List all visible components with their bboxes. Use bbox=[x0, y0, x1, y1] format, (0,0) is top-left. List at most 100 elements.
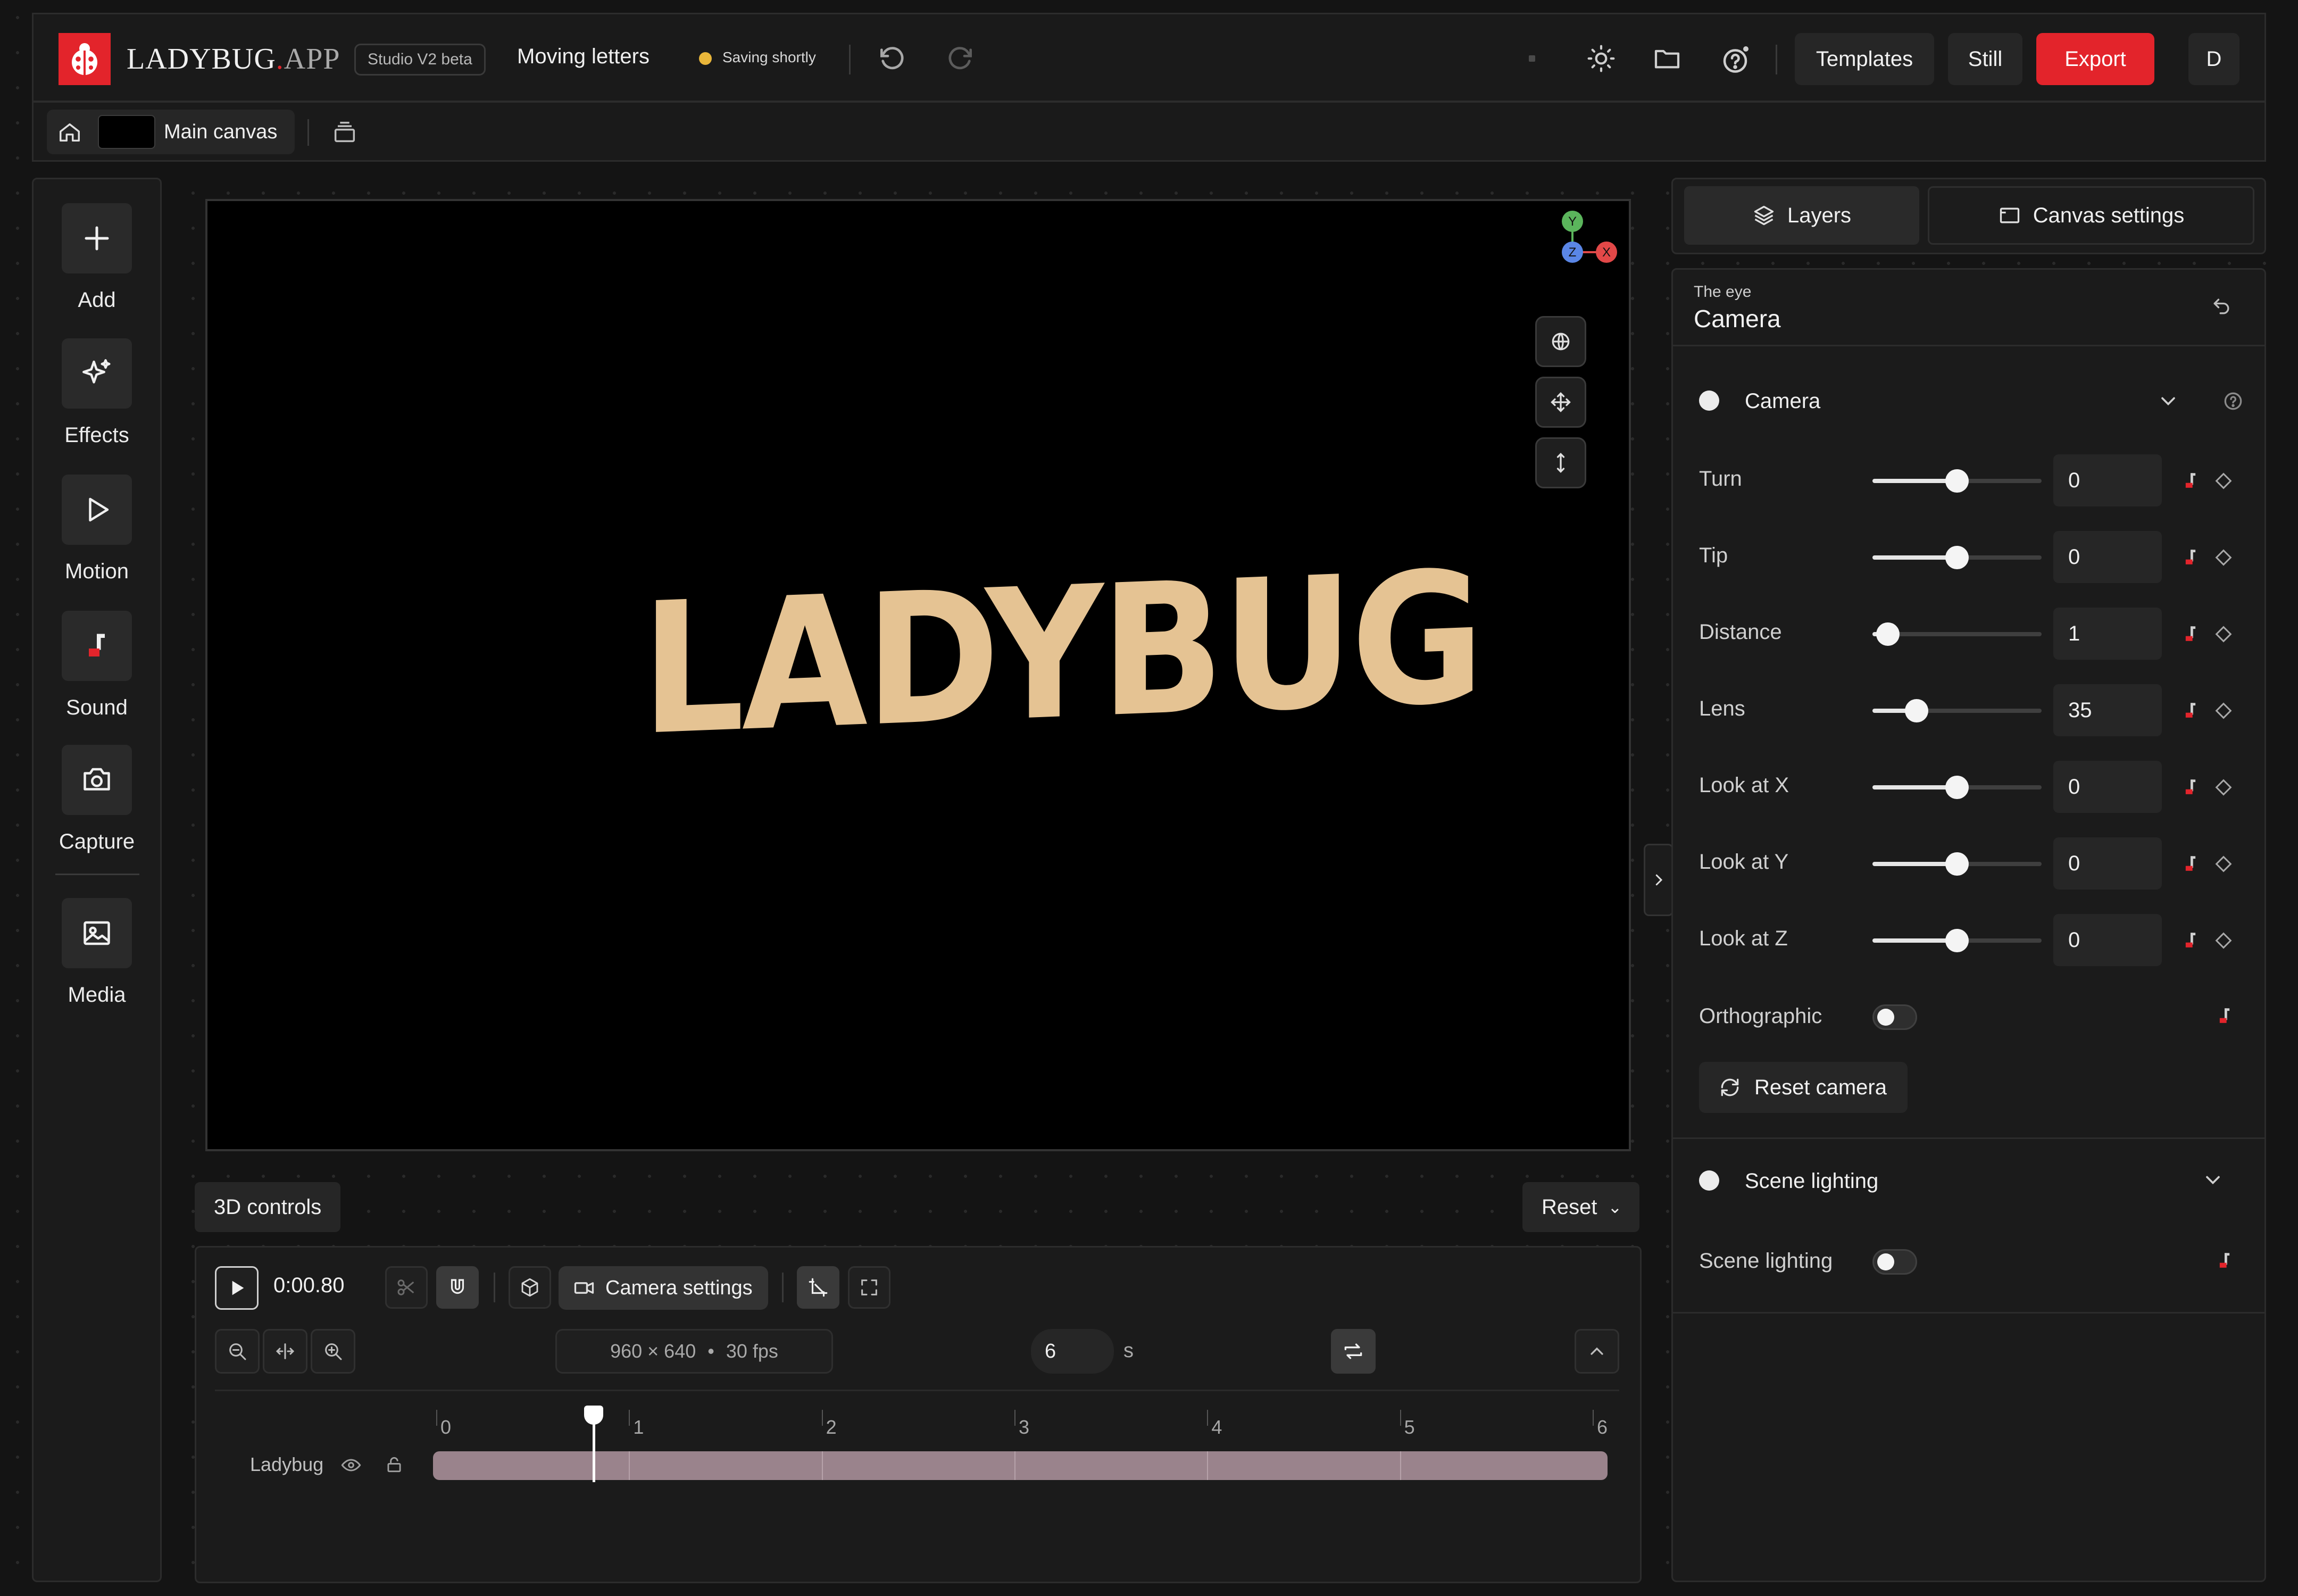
keyframe-icon[interactable] bbox=[2213, 624, 2234, 645]
slider-knob[interactable] bbox=[1945, 776, 1969, 799]
3d-object-button[interactable] bbox=[509, 1266, 551, 1309]
prop-label: Turn bbox=[1699, 467, 1742, 491]
keyframe-icon[interactable] bbox=[2213, 777, 2234, 798]
tool-effects[interactable]: Effects bbox=[32, 338, 162, 447]
collapse-panel-button[interactable] bbox=[1644, 844, 1673, 916]
slider-knob[interactable] bbox=[1945, 469, 1969, 493]
zoom-in-button[interactable] bbox=[311, 1329, 355, 1374]
dolly-button[interactable] bbox=[1535, 437, 1586, 488]
track-clip[interactable] bbox=[433, 1451, 1608, 1480]
loop-button[interactable] bbox=[1331, 1329, 1376, 1374]
chevron-down-icon[interactable] bbox=[2157, 389, 2180, 413]
keyframe-icon[interactable] bbox=[2213, 930, 2234, 951]
prop-value-input[interactable]: 0 bbox=[2053, 761, 2162, 813]
snap-button[interactable] bbox=[436, 1266, 479, 1309]
chevron-up-icon bbox=[1591, 1347, 1603, 1355]
orthographic-toggle[interactable] bbox=[1872, 1004, 1917, 1030]
tab-canvas-settings[interactable]: Canvas settings bbox=[1928, 186, 2254, 245]
eye-icon[interactable] bbox=[340, 1454, 362, 1476]
prop-value-input[interactable]: 1 bbox=[2053, 608, 2162, 660]
undo-icon[interactable] bbox=[877, 44, 906, 73]
prop-slider[interactable] bbox=[1872, 546, 2042, 569]
sun-icon[interactable] bbox=[1586, 44, 1616, 73]
pan-button[interactable] bbox=[1535, 377, 1586, 428]
stack-icon[interactable] bbox=[331, 118, 359, 146]
audio-link-icon[interactable] bbox=[2179, 699, 2202, 722]
reset-camera-button[interactable]: Reset camera bbox=[1699, 1062, 1908, 1113]
duration-input[interactable]: 6 bbox=[1031, 1329, 1114, 1374]
audio-link-icon[interactable] bbox=[2179, 469, 2202, 493]
audio-link-icon[interactable] bbox=[2179, 622, 2202, 646]
slider-knob[interactable] bbox=[1945, 546, 1969, 569]
prop-slider[interactable] bbox=[1872, 699, 2042, 722]
keyframe-icon[interactable] bbox=[2213, 470, 2234, 492]
transform-button[interactable] bbox=[797, 1266, 839, 1309]
prop-value-input[interactable]: 0 bbox=[2053, 914, 2162, 966]
revert-icon[interactable] bbox=[2210, 295, 2233, 318]
camera-settings-button[interactable]: Camera settings bbox=[559, 1266, 768, 1310]
split-button[interactable] bbox=[385, 1266, 428, 1309]
audio-link-icon[interactable] bbox=[2213, 1249, 2236, 1273]
home-icon[interactable] bbox=[57, 120, 82, 145]
tool-capture[interactable]: Capture bbox=[32, 745, 162, 854]
tab-layers[interactable]: Layers bbox=[1684, 186, 1919, 245]
prop-value-input[interactable]: 0 bbox=[2053, 454, 2162, 506]
audio-link-icon[interactable] bbox=[2179, 546, 2202, 569]
expand-timeline-button[interactable] bbox=[1575, 1329, 1619, 1374]
lock-icon[interactable] bbox=[384, 1454, 404, 1475]
prop-value-input[interactable]: 0 bbox=[2053, 837, 2162, 890]
chevron-down-icon[interactable] bbox=[2201, 1168, 2225, 1192]
reset-view-button[interactable]: Reset ⌄ bbox=[1522, 1182, 1639, 1232]
camera-section-title[interactable]: Camera bbox=[1745, 389, 1820, 413]
zoom-out-button[interactable] bbox=[215, 1329, 260, 1374]
still-button[interactable]: Still bbox=[1948, 33, 2022, 85]
templates-button[interactable]: Templates bbox=[1795, 33, 1934, 85]
fit-width-button[interactable] bbox=[263, 1329, 307, 1374]
prop-slider[interactable] bbox=[1872, 929, 2042, 952]
slider-knob[interactable] bbox=[1904, 699, 1928, 722]
format-info[interactable]: 960 × 640 • 30 fps bbox=[555, 1329, 833, 1374]
tool-media[interactable]: Media bbox=[32, 898, 162, 1007]
brand[interactable]: LADYBUG.APP bbox=[59, 33, 340, 85]
divider bbox=[1673, 345, 2264, 346]
keyframe-icon[interactable] bbox=[2213, 547, 2234, 568]
tool-add[interactable]: Add bbox=[32, 203, 162, 312]
keyframe-icon[interactable] bbox=[2213, 853, 2234, 875]
move-icon bbox=[1551, 392, 1571, 412]
prop-value-input[interactable]: 0 bbox=[2053, 531, 2162, 583]
help-icon[interactable] bbox=[1719, 44, 1751, 76]
lighting-section-title[interactable]: Scene lighting bbox=[1745, 1169, 1878, 1193]
tool-sound[interactable]: Sound bbox=[32, 611, 162, 720]
playhead-handle[interactable] bbox=[584, 1406, 603, 1425]
audio-link-icon[interactable] bbox=[2179, 852, 2202, 876]
folder-icon[interactable] bbox=[1652, 44, 1682, 73]
orbit-button[interactable] bbox=[1535, 316, 1586, 367]
keyframe-icon[interactable] bbox=[2213, 700, 2234, 721]
scene-lighting-toggle[interactable] bbox=[1872, 1249, 1917, 1275]
fullscreen-button[interactable] bbox=[848, 1266, 890, 1309]
redo-icon[interactable] bbox=[946, 44, 976, 73]
slider-knob[interactable] bbox=[1945, 852, 1969, 876]
play-button[interactable] bbox=[215, 1266, 259, 1310]
prop-slider[interactable] bbox=[1872, 776, 2042, 799]
avatar[interactable]: D bbox=[2188, 33, 2239, 85]
axis-gizmo[interactable]: Y X Z bbox=[1553, 207, 1628, 277]
project-title[interactable]: Moving letters bbox=[517, 45, 650, 69]
slider-knob[interactable] bbox=[1945, 929, 1969, 952]
prop-slider[interactable] bbox=[1872, 469, 2042, 493]
canvas-text-layer[interactable]: LADYBUG bbox=[641, 533, 1481, 776]
prop-slider[interactable] bbox=[1872, 852, 2042, 876]
prop-slider[interactable] bbox=[1872, 622, 2042, 646]
slider-knob[interactable] bbox=[1876, 622, 1900, 646]
inspector-title: Camera bbox=[1694, 305, 1781, 332]
3d-controls-button[interactable]: 3D controls bbox=[195, 1182, 341, 1232]
breadcrumb[interactable]: Main canvas bbox=[47, 110, 295, 154]
prop-value-input[interactable]: 35 bbox=[2053, 684, 2162, 736]
tool-motion[interactable]: Motion bbox=[32, 475, 162, 584]
export-button[interactable]: Export bbox=[2036, 33, 2154, 85]
audio-link-icon[interactable] bbox=[2213, 1004, 2236, 1028]
audio-link-icon[interactable] bbox=[2179, 929, 2202, 952]
save-status: Saving shortly bbox=[722, 49, 816, 65]
help-icon[interactable] bbox=[2221, 389, 2245, 413]
audio-link-icon[interactable] bbox=[2179, 776, 2202, 799]
